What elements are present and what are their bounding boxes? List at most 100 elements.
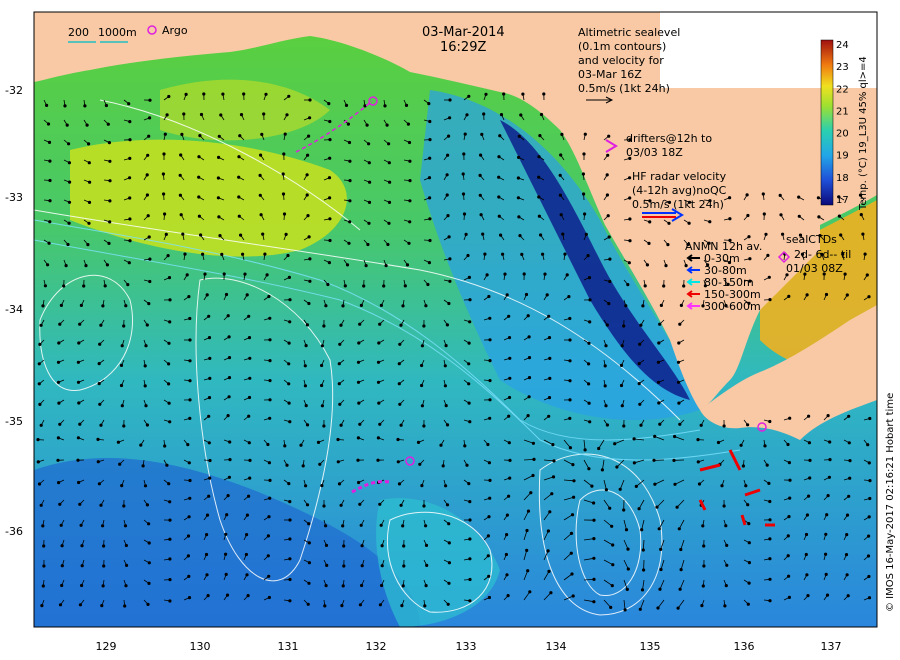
velocity-arrow-head bbox=[824, 292, 829, 297]
velocity-arrow-head bbox=[605, 173, 609, 177]
velocity-arrow-head bbox=[720, 484, 724, 488]
velocity-arrow-head bbox=[525, 528, 529, 533]
velocity-arrow-head bbox=[664, 264, 668, 268]
velocity-arrow-head bbox=[600, 468, 605, 472]
velocity-arrow-head bbox=[826, 494, 830, 498]
velocity-arrow-head bbox=[628, 196, 632, 200]
velocity-arrow-head bbox=[268, 379, 272, 383]
velocity-arrow-head bbox=[258, 173, 262, 177]
velocity-arrow-head bbox=[805, 573, 809, 577]
velocity-arrow-head bbox=[659, 303, 664, 307]
velocity-arrow-head bbox=[398, 402, 402, 406]
velocity-arrow-head bbox=[592, 501, 596, 505]
velocity-arrow-head bbox=[531, 473, 535, 478]
velocity-arrow-head bbox=[84, 264, 88, 268]
velocity-arrow-head bbox=[488, 496, 492, 500]
velocity-arrow-head bbox=[67, 200, 72, 204]
velocity-arrow-head bbox=[239, 233, 243, 237]
velocity-arrow-head bbox=[626, 567, 630, 571]
velocity-arrow-head bbox=[765, 463, 769, 467]
velocity-arrow-head bbox=[202, 92, 206, 96]
velocity-arrow-head bbox=[106, 122, 110, 126]
velocity-arrow-head bbox=[47, 241, 51, 245]
velocity-arrow-head bbox=[207, 336, 212, 340]
velocity-arrow-head bbox=[367, 142, 371, 146]
velocity-arrow-head bbox=[119, 383, 124, 388]
velocity-arrow-head bbox=[188, 416, 192, 420]
velocity-arrow-head bbox=[247, 414, 251, 418]
velocity-arrow-head bbox=[348, 199, 352, 203]
velocity-arrow-head bbox=[128, 138, 132, 142]
velocity-arrow-head bbox=[259, 153, 263, 157]
velocity-arrow-head bbox=[143, 484, 148, 488]
velocity-arrow-head bbox=[217, 134, 221, 138]
credit-text: © IMOS 16-May-2017 02:16:21 Hobart time bbox=[885, 393, 896, 612]
velocity-arrow-head bbox=[325, 563, 329, 568]
colorbar-tick-17: 17 bbox=[836, 195, 849, 206]
velocity-arrow-head bbox=[788, 416, 792, 420]
velocity-arrow-head bbox=[186, 554, 190, 558]
velocity-arrow-head bbox=[828, 458, 832, 462]
velocity-arrow-head bbox=[62, 284, 66, 288]
argo-label: Argo bbox=[162, 24, 188, 37]
velocity-arrow-head bbox=[65, 123, 69, 127]
velocity-arrow-head bbox=[569, 531, 574, 536]
velocity-arrow-head bbox=[628, 217, 632, 221]
velocity-arrow-head bbox=[448, 257, 452, 261]
velocity-arrow-head bbox=[399, 423, 403, 427]
velocity-arrow-head bbox=[377, 401, 381, 405]
velocity-arrow-head bbox=[605, 423, 610, 427]
velocity-arrow-head bbox=[168, 578, 172, 582]
velocity-arrow-head bbox=[741, 464, 746, 468]
velocity-arrow-head bbox=[538, 134, 542, 138]
velocity-arrow-head bbox=[306, 602, 310, 606]
velocity-arrow-head bbox=[461, 172, 465, 176]
velocity-arrow-head bbox=[508, 356, 512, 360]
velocity-arrow-head bbox=[122, 424, 126, 428]
velocity-arrow-head bbox=[320, 404, 324, 408]
velocity-arrow-head bbox=[101, 584, 105, 588]
velocity-arrow-head bbox=[287, 362, 291, 366]
velocity-arrow-head bbox=[620, 404, 624, 408]
velocity-arrow-head bbox=[268, 359, 272, 363]
velocity-arrow-head bbox=[144, 404, 148, 408]
velocity-arrow-head bbox=[570, 572, 574, 576]
velocity-arrow-head bbox=[420, 383, 424, 388]
velocity-arrow-head bbox=[422, 424, 426, 428]
velocity-arrow-head bbox=[847, 441, 851, 445]
velocity-arrow-head bbox=[805, 513, 810, 517]
velocity-arrow-head bbox=[526, 509, 531, 513]
velocity-arrow-head bbox=[508, 458, 512, 462]
velocity-arrow-head bbox=[848, 476, 852, 480]
velocity-arrow-head bbox=[867, 574, 871, 579]
colorbar-tick-20: 20 bbox=[836, 129, 849, 140]
velocity-arrow-head bbox=[537, 214, 542, 218]
velocity-arrow-head bbox=[746, 602, 750, 606]
velocity-arrow-head bbox=[79, 303, 84, 307]
velocity-arrow-head bbox=[622, 508, 626, 512]
velocity-arrow-head bbox=[385, 123, 389, 127]
velocity-arrow-head bbox=[609, 605, 613, 610]
velocity-arrow-head bbox=[99, 323, 103, 327]
velocity-arrow-head bbox=[763, 444, 767, 448]
velocity-arrow-head bbox=[163, 212, 167, 216]
velocity-arrow-head bbox=[337, 482, 342, 486]
velocity-arrow-head bbox=[303, 364, 307, 368]
velocity-arrow-head bbox=[305, 423, 310, 427]
velocity-arrow-head bbox=[608, 257, 612, 261]
velocity-arrow-head bbox=[657, 401, 661, 405]
velocity-arrow-head bbox=[505, 573, 509, 577]
velocity-arrow-head bbox=[443, 384, 447, 388]
velocity-arrow-head bbox=[324, 543, 329, 548]
velocity-arrow-head bbox=[87, 161, 91, 165]
velocity-arrow-head bbox=[507, 395, 512, 400]
velocity-arrow-head bbox=[99, 503, 103, 507]
velocity-arrow-head bbox=[83, 104, 87, 108]
y-axis: -32 -33 -34 -35 -36 bbox=[5, 84, 23, 538]
velocity-arrow-head bbox=[188, 379, 192, 383]
velocity-arrow-head bbox=[656, 606, 660, 610]
velocity-arrow-head bbox=[778, 193, 782, 197]
velocity-arrow-head bbox=[237, 155, 241, 159]
velocity-arrow-head bbox=[324, 524, 328, 528]
velocity-arrow-head bbox=[615, 465, 619, 469]
